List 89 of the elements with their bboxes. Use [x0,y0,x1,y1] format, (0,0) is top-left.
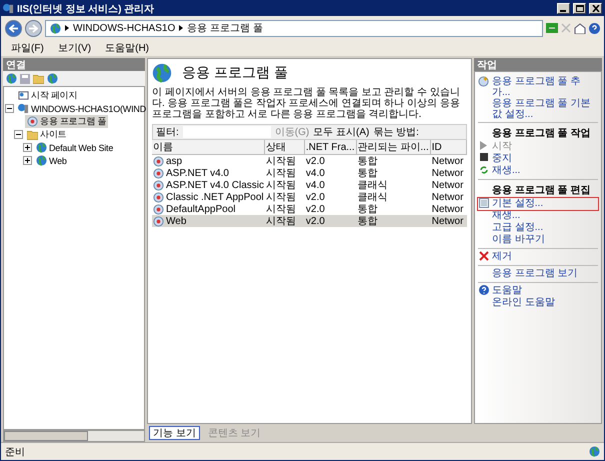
globe-icon [36,142,47,153]
tree-item[interactable]: Default Web Site [34,141,116,154]
page-icon [50,22,61,34]
connection-icon [589,446,600,457]
view-tab[interactable]: 기능 보기 [149,426,200,440]
help-icon[interactable] [589,22,600,34]
action-link[interactable]: 제거 [478,251,598,263]
group-header: 응용 프로그램 풀 편집 [491,184,592,197]
menu-item[interactable]: 도움말(H) [105,41,150,55]
chevron-icon [179,25,184,31]
stop-icon [480,153,488,161]
table-cell: 시작됨 [265,215,305,227]
collapse-icon[interactable] [14,130,23,139]
help-icon [478,285,488,295]
home-icon[interactable] [574,22,586,34]
filter-label: 필터: [156,126,179,139]
start-page-icon [18,90,29,101]
table-cell[interactable]: ASP.NET v4.0 Classic [152,179,266,191]
delete-icon [478,251,488,261]
page-title: 응용 프로그램 풀 [182,64,288,82]
action-link[interactable]: 이름 바꾸기 [478,234,598,246]
back-button[interactable] [5,20,22,36]
column-header[interactable]: .NET Fra... [304,140,357,155]
menu-item[interactable]: 보기(V) [58,41,92,55]
action-link[interactable]: 응용 프로그램 풀 기본값 설정... [478,98,598,120]
group-header: 응용 프로그램 풀 작업 [491,127,592,140]
action-link[interactable]: 재생... [478,165,598,177]
filter-field[interactable] [182,126,271,138]
tree-item[interactable]: WINDOWS-HCHAS1O(WIND [16,102,148,115]
window-title: IIS(인터넷 정보 서비스) 관리자 [17,2,156,16]
play-icon [480,141,487,150]
folder-icon [33,74,44,84]
expand-icon[interactable] [23,143,32,152]
status-text: 준비 [5,446,25,458]
table-cell: 통합 [356,215,431,227]
pool-icon [153,168,164,178]
page-description: 이 페이지에서 서버의 응용 프로그램 풀 목록을 보고 관리할 수 있습니다. 응용 프로그램 풀은 작업자 프로세스에 연결되며 하나 이상의 응용 프로그램을 포함하고 서로 다른 응용 프로그램을 격리합니다. [152,87,461,120]
forward-button[interactable] [25,20,42,36]
window-icon [478,198,488,208]
address-bar[interactable]: WINDOWS-HCHAS1O 응용 프로그램 풀 [45,20,543,36]
pool-icon [153,192,164,202]
column-header[interactable]: 상태 [265,140,305,155]
panel-header: 작업 [474,58,602,71]
column-header[interactable]: 이름 [152,140,266,155]
action-link[interactable]: 고급 설정... [478,222,598,234]
action-link[interactable]: 도움말 [478,285,598,297]
table-cell: v2.0 [304,215,357,227]
maximize-icon [576,5,584,12]
close-icon [592,5,600,12]
tree-item[interactable]: 시작 페이지 [16,89,80,102]
column-header[interactable]: ID [430,140,467,155]
group-by-label: 묶는 방법: [373,126,419,139]
minimize-button[interactable] [557,3,570,14]
server-globe-icon [152,63,172,83]
panel-header: 연결 [3,58,145,71]
action-link[interactable]: 온라인 도움말 [478,297,598,309]
table-cell[interactable]: Web [152,215,266,227]
close-button[interactable] [589,3,602,14]
column-header[interactable]: 관리되는 파이... [356,140,431,155]
server-icon [3,3,14,14]
expand-icon[interactable] [23,156,32,165]
menu-item[interactable]: 파일(F) [11,41,44,55]
table-cell: Networ [430,215,467,227]
pool-icon [153,180,164,190]
pool-icon [153,216,164,226]
arrow-left-icon [9,24,18,32]
breadcrumb-item[interactable]: 응용 프로그램 풀 [187,21,263,35]
show-all-button[interactable]: 모두 표시(A) [313,125,370,139]
add-pool-icon [478,76,489,87]
chevron-icon [65,25,69,31]
maximize-button[interactable] [573,3,586,14]
action-link[interactable]: 응용 프로그램 풀 추가... [478,76,598,98]
scrollbar[interactable] [3,430,145,442]
collapse-icon[interactable] [5,104,14,113]
action-link[interactable]: 응용 프로그램 보기 [478,268,598,280]
breadcrumb-item[interactable]: WINDOWS-HCHAS1O [73,22,176,34]
tree-item[interactable]: Web [34,154,69,167]
server-icon [18,103,29,114]
action-link[interactable]: 재생... [478,210,598,222]
tree-item[interactable]: 응용 프로그램 풀 [25,115,108,128]
arrow-right-icon [29,24,38,32]
pool-icon [153,204,164,214]
pool-icon [27,116,38,127]
globe-icon [36,155,47,166]
action-link[interactable]: 중지 [478,153,598,165]
pool-icon [153,156,164,166]
tree-item[interactable]: 사이트 [25,128,68,141]
table-cell[interactable]: Classic .NET AppPool [152,191,266,203]
action-link[interactable]: 기본 설정... [478,198,598,210]
